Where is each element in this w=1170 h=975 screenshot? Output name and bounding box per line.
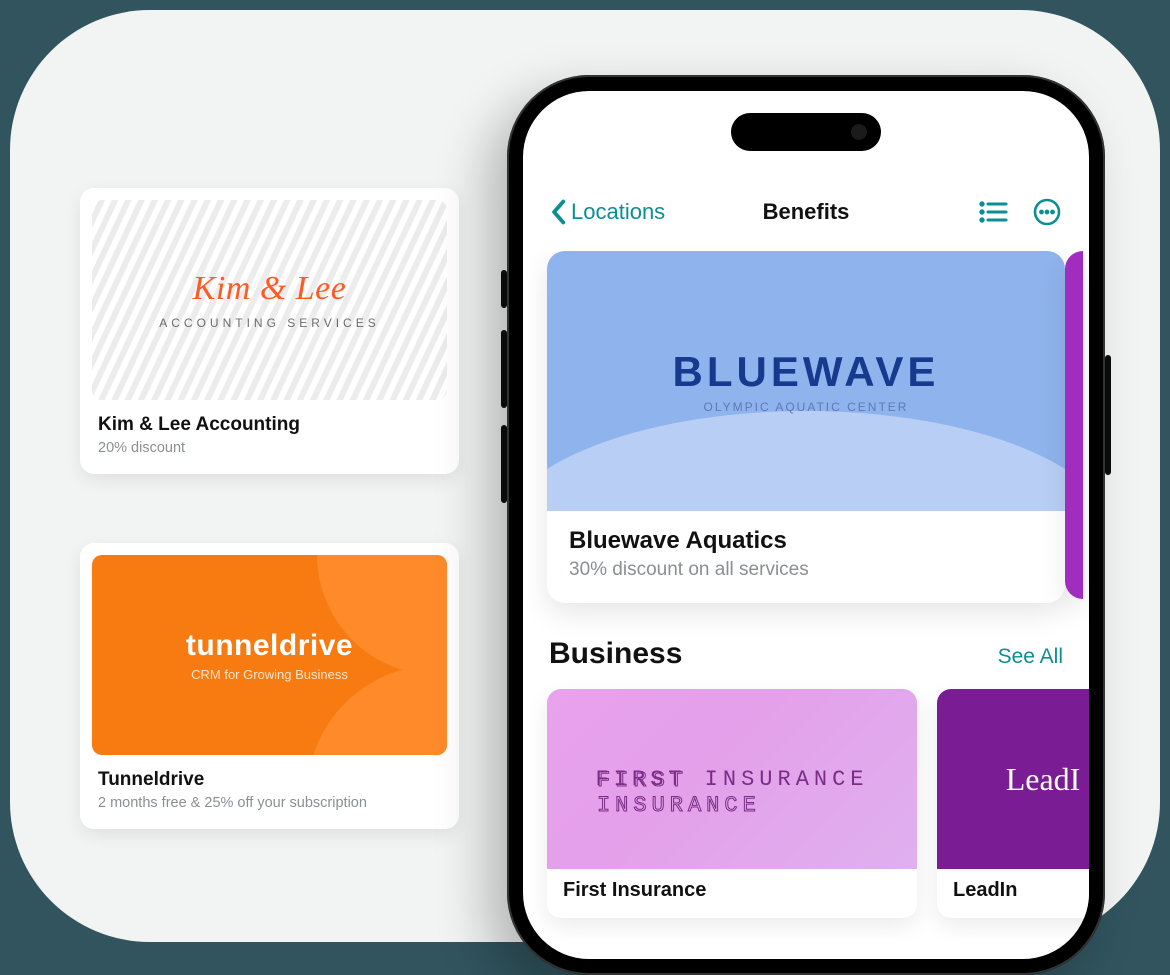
- brand-tagline: ACCOUNTING SERVICES: [159, 316, 379, 330]
- benefit-card-subtitle: 20% discount: [98, 440, 441, 456]
- phone-frame: Locations Benefits: [507, 75, 1105, 975]
- mute-switch: [501, 270, 507, 308]
- more-button[interactable]: [1031, 196, 1063, 228]
- benefit-card-title: First Insurance: [563, 879, 901, 902]
- marketing-panel: Kim & Lee ACCOUNTING SERVICES Kim & Lee …: [10, 10, 1160, 942]
- benefit-card-title: Kim & Lee Accounting: [98, 414, 441, 436]
- brand-logo-text: LeadI: [994, 761, 1081, 798]
- featured-benefit-cover: BLUEWAVE OLYMPIC AQUATIC CENTER: [547, 251, 1065, 511]
- featured-benefit-title: Bluewave Aquatics: [569, 527, 1043, 555]
- featured-benefit-subtitle: 30% discount on all services: [569, 559, 1043, 581]
- benefit-card-title: LeadIn: [953, 879, 1089, 902]
- benefit-card-cover: tunneldrive CRM for Growing Business: [92, 555, 447, 755]
- brand-logo-text: tunneldrive: [186, 629, 353, 663]
- list-view-button[interactable]: [977, 196, 1009, 228]
- featured-benefit-card[interactable]: BLUEWAVE OLYMPIC AQUATIC CENTER Bluewave…: [547, 251, 1065, 603]
- phone-screen: Locations Benefits: [523, 91, 1089, 959]
- nav-bar: Locations Benefits: [523, 189, 1089, 235]
- brand-logo-text: BLUEWAVE: [673, 348, 940, 396]
- see-all-link[interactable]: See All: [998, 645, 1063, 669]
- benefit-card-leadin[interactable]: LeadI LeadIn: [937, 689, 1089, 918]
- back-label: Locations: [571, 199, 665, 225]
- back-button[interactable]: Locations: [549, 199, 665, 225]
- chevron-left-icon: [549, 199, 567, 225]
- benefit-card-first-insurance[interactable]: FIRST INSURANCE First Insurance: [547, 689, 917, 918]
- screen-title: Benefits: [763, 199, 850, 225]
- next-featured-peek[interactable]: [1065, 251, 1083, 599]
- business-cards-row[interactable]: FIRST INSURANCE First Insurance LeadI Le…: [547, 689, 1065, 918]
- benefit-card-kim-lee[interactable]: Kim & Lee ACCOUNTING SERVICES Kim & Lee …: [80, 188, 459, 474]
- benefit-card-tunneldrive[interactable]: tunneldrive CRM for Growing Business Tun…: [80, 543, 459, 829]
- benefit-card-cover: Kim & Lee ACCOUNTING SERVICES: [92, 200, 447, 400]
- section-heading: Business: [549, 637, 682, 671]
- brand-tagline: CRM for Growing Business: [191, 667, 348, 682]
- screen-content[interactable]: BLUEWAVE OLYMPIC AQUATIC CENTER Bluewave…: [523, 251, 1089, 959]
- benefit-card-cover: LeadI: [937, 689, 1089, 869]
- ellipsis-circle-icon: [1032, 197, 1062, 227]
- benefit-card-cover: FIRST INSURANCE: [547, 689, 917, 869]
- power-button: [1105, 355, 1111, 475]
- benefit-card-title: Tunneldrive: [98, 769, 441, 791]
- dynamic-island: [731, 113, 881, 151]
- brand-logo-text: Kim & Lee: [193, 270, 347, 308]
- brand-logo-text: FIRST INSURANCE: [595, 767, 868, 792]
- volume-down-button: [501, 425, 507, 503]
- brand-tagline: OLYMPIC AQUATIC CENTER: [704, 400, 909, 414]
- list-icon: [978, 200, 1008, 224]
- benefit-card-subtitle: 2 months free & 25% off your subscriptio…: [98, 795, 441, 811]
- volume-up-button: [501, 330, 507, 408]
- section-header: Business See All: [549, 637, 1063, 671]
